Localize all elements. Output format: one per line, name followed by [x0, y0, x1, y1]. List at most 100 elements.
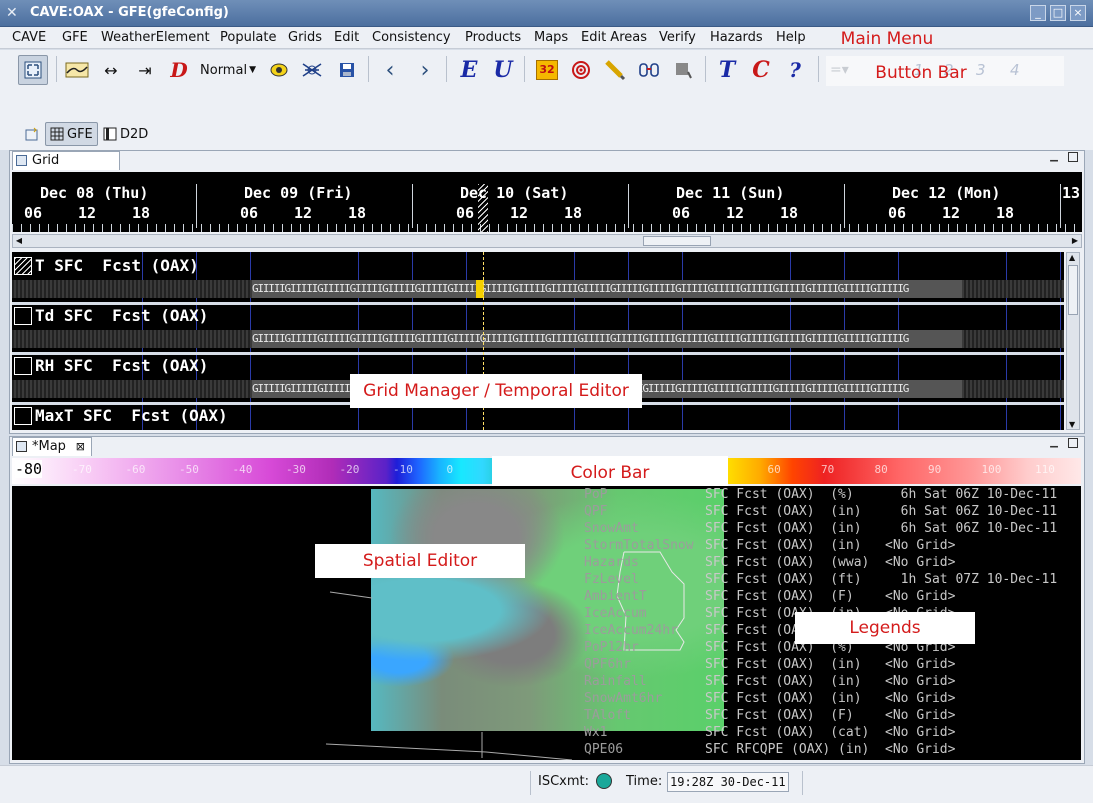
perspective-d2d[interactable]: D2D	[99, 122, 152, 146]
annotation-button-bar: Button Bar	[875, 63, 967, 83]
perspective-gfe[interactable]: GFE	[45, 122, 98, 146]
legend-item-name[interactable]: Hazards	[584, 554, 694, 571]
maximize-panel-icon[interactable]	[1068, 438, 1078, 448]
legend-item-name[interactable]: StormTotalSnow	[584, 537, 694, 554]
colorbar-tick: -40	[232, 463, 253, 476]
help-icon[interactable]: ?	[781, 56, 809, 84]
menu-edit[interactable]: Edit	[334, 30, 359, 45]
vertical-scroll-thumb[interactable]	[1068, 265, 1078, 315]
e-icon[interactable]: E	[455, 56, 483, 84]
colorbar-tick: -50	[179, 463, 199, 476]
current-time-marker	[478, 184, 488, 232]
legend-item-detail: SFC Fcst (OAX) (F) <No Grid>	[705, 708, 956, 723]
day-label: Dec 12 (Mon)	[892, 184, 1001, 202]
back-icon[interactable]: ‹	[376, 56, 404, 84]
row-select-checkbox[interactable]	[14, 407, 32, 425]
tab-grid-manager[interactable]: Grid Manager	[12, 151, 120, 186]
calendar-icon[interactable]: 32	[533, 56, 561, 84]
menu-verify[interactable]: Verify	[659, 30, 696, 45]
close-icon[interactable]: ⊠	[76, 438, 85, 456]
pen-icon[interactable]	[601, 56, 629, 84]
legend-item-name[interactable]: IceAccum	[584, 605, 694, 622]
delta-icon[interactable]: D	[165, 56, 193, 84]
row-select-checkbox[interactable]	[14, 257, 32, 275]
colorbar-tick: 60	[767, 463, 781, 476]
menu-edit-areas[interactable]: Edit Areas	[581, 30, 647, 45]
number-3[interactable]: 3	[976, 61, 986, 79]
menu-consistency[interactable]: Consistency	[372, 30, 451, 45]
open-perspective-icon[interactable]	[20, 122, 44, 146]
map-tab-icon	[16, 441, 27, 452]
tab-map[interactable]: *Map ⊠	[12, 437, 92, 456]
mode-dropdown[interactable]: Normal ▼	[198, 56, 258, 84]
legend-item-name[interactable]: QPF6hr	[584, 656, 694, 673]
scroll-right-icon[interactable]: ▶	[1069, 235, 1081, 247]
menu-cave[interactable]: CAVE	[12, 30, 46, 45]
legend-item-name[interactable]: TAloft	[584, 707, 694, 724]
grid-blocks[interactable]: GIIIIIGIIIIIGIIIIIGIIIIIGIIIIIGIIIIIGIII…	[252, 330, 962, 348]
grid-row-td[interactable]: Td SFC Fcst (OAX) GIIIIIGIIIIIGIIIIIGIII…	[12, 302, 1064, 352]
day-label: Dec 08 (Thu)	[40, 184, 149, 202]
t-icon[interactable]: T	[713, 56, 741, 84]
scroll-left-icon[interactable]: ◀	[13, 235, 25, 247]
brush-icon[interactable]	[669, 56, 697, 84]
legend-item-name[interactable]: Wx1	[584, 724, 694, 741]
grid-row-label: T SFC Fcst (OAX)	[35, 256, 199, 275]
legend-item-name[interactable]: QPE06	[584, 741, 694, 758]
grid-blocks[interactable]: GIIIIIGIIIIIGIIIIIGIIIIIGIIIIIGIIIIIGIII…	[252, 280, 962, 298]
horizontal-scrollbar[interactable]: ◀ ▶	[12, 234, 1082, 248]
hour-label: 12	[78, 204, 97, 222]
menu-populate[interactable]: Populate	[220, 30, 277, 45]
legend-item-name[interactable]: IceAccum24hr	[584, 622, 694, 639]
menu-grids[interactable]: Grids	[288, 30, 322, 45]
save-icon[interactable]	[333, 56, 361, 84]
menu-maps[interactable]: Maps	[534, 30, 568, 45]
number-4[interactable]: 4	[1010, 61, 1020, 79]
menu-gfe[interactable]: GFE	[62, 30, 88, 45]
vertical-scrollbar[interactable]: ▲ ▼	[1066, 252, 1080, 430]
pinch-icon[interactable]: ⇥	[131, 56, 159, 84]
maximize-icon[interactable]	[18, 55, 48, 85]
maximize-button[interactable]: □	[1050, 5, 1066, 21]
selector-icon[interactable]: =▾	[830, 62, 849, 78]
close-button[interactable]: ×	[1070, 5, 1086, 21]
row-select-checkbox[interactable]	[14, 307, 32, 325]
c-icon[interactable]: C	[747, 56, 775, 84]
move-icon[interactable]: ↔	[97, 56, 125, 84]
iscxmt-indicator[interactable]	[596, 773, 612, 789]
grid-manager-tab-icon	[16, 155, 27, 166]
legend-item-detail: SFC RFCQPE (OAX) (in) <No Grid>	[705, 742, 956, 757]
contour-icon[interactable]	[63, 56, 91, 84]
day-label: 13	[1062, 184, 1081, 202]
legend-item-name[interactable]: PoP12hr	[584, 639, 694, 656]
scroll-down-icon[interactable]: ▼	[1069, 420, 1075, 429]
forward-icon[interactable]: ›	[411, 56, 439, 84]
minimize-panel-icon[interactable]: ▁	[1049, 438, 1059, 448]
row-select-checkbox[interactable]	[14, 357, 32, 375]
colorbar-tick: 100	[981, 463, 1002, 476]
legend-item-name[interactable]: PoP	[584, 486, 694, 503]
eye-icon[interactable]	[265, 56, 293, 84]
menu-weatherelement[interactable]: WeatherElement	[101, 30, 210, 45]
u-icon[interactable]: U	[489, 56, 517, 84]
legend-item-name[interactable]: FzLevel	[584, 571, 694, 588]
fuzzy-icon[interactable]	[298, 56, 326, 84]
maximize-panel-icon[interactable]	[1068, 152, 1078, 162]
scroll-up-icon[interactable]: ▲	[1069, 253, 1075, 262]
legend-item-name[interactable]: Rainfall	[584, 673, 694, 690]
legend-item-detail: SFC Fcst (OAX) (ft) 1h Sat 07Z 10-Dec-11	[705, 572, 1058, 587]
menu-products[interactable]: Products	[465, 30, 521, 45]
minimize-panel-icon[interactable]: ▁	[1049, 152, 1059, 162]
menu-hazards[interactable]: Hazards	[710, 30, 763, 45]
legend-item-name[interactable]: AmbientT	[584, 588, 694, 605]
menu-help[interactable]: Help	[776, 30, 806, 45]
legend-item-name[interactable]: QPF	[584, 503, 694, 520]
grid-row-t[interactable]: T SFC Fcst (OAX) GIIIIIGIIIIIGIIIIIGIIII…	[12, 252, 1064, 302]
binoculars-icon[interactable]	[635, 56, 663, 84]
legend-item-name[interactable]: SnowAmt	[584, 520, 694, 537]
legend-item-name[interactable]: SnowAmt6hr	[584, 690, 694, 707]
target-icon[interactable]	[567, 56, 595, 84]
minimize-button[interactable]: _	[1030, 5, 1046, 21]
scroll-thumb[interactable]	[643, 236, 711, 246]
time-scale[interactable]: Dec 08 (Thu) Dec 09 (Fri) Dec 10 (Sat) D…	[12, 172, 1082, 232]
